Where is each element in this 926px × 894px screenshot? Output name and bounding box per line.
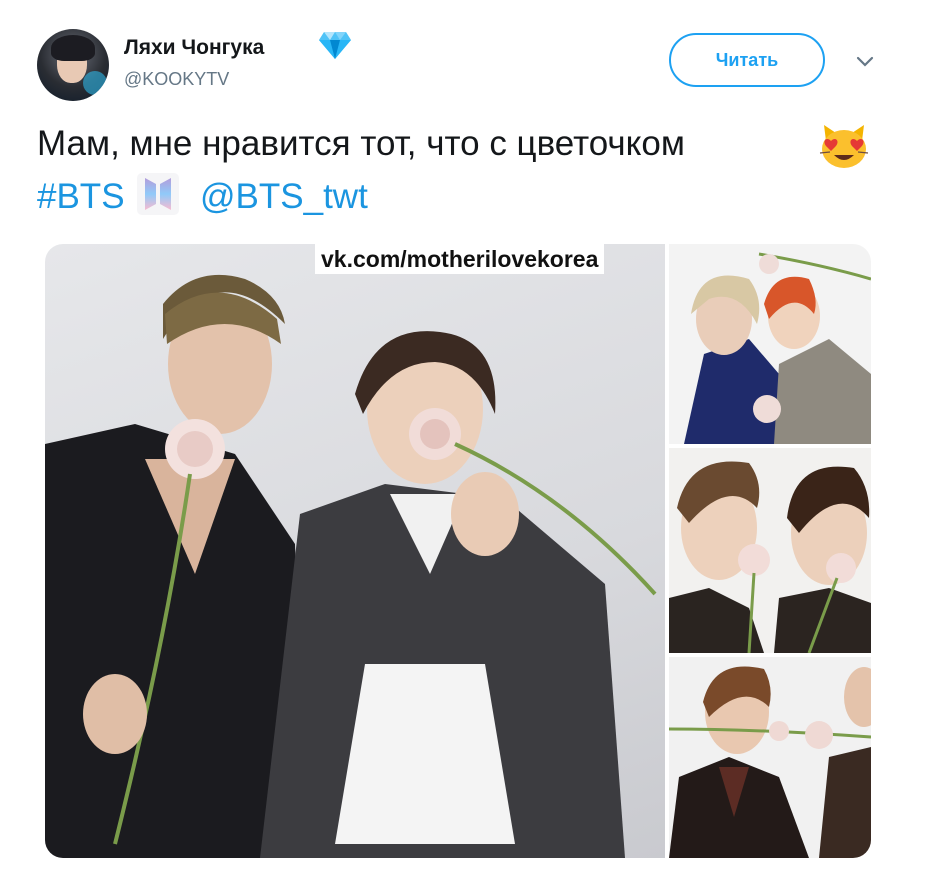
photo-middle-right[interactable] [669, 448, 871, 653]
hashtag-link[interactable]: #BTS [37, 177, 125, 217]
avatar-hair [51, 35, 95, 61]
chevron-down-icon[interactable] [855, 55, 875, 69]
photo-bottom-right[interactable] [669, 657, 871, 858]
photo-main-illustration [45, 274, 657, 858]
avatar-glow [83, 71, 107, 95]
mention-link[interactable]: @BTS_twt [200, 177, 368, 217]
author-handle[interactable]: @KOOKYTV [124, 69, 229, 90]
photo-bottom-illustration [669, 666, 871, 858]
photo-top-illustration [684, 252, 871, 444]
photo-top-right[interactable] [669, 244, 871, 444]
diamond-icon [319, 32, 351, 59]
watermark-text: vk.com/motherilovekorea [315, 244, 605, 274]
tweet-text: Мам, мне нравится тот, что с цветочком [37, 124, 685, 163]
author-name[interactable]: Ляхи Чонгука [124, 36, 264, 60]
heart-eyes-cat-emoji [819, 125, 869, 168]
photo-middle-illustration [669, 461, 871, 653]
bts-logo-icon [137, 173, 179, 215]
author-avatar[interactable] [37, 29, 109, 101]
media-grid[interactable]: vk.com/motherilovekorea [45, 244, 871, 858]
photo-main[interactable]: vk.com/motherilovekorea [45, 244, 665, 858]
follow-button[interactable]: Читать [669, 33, 825, 87]
